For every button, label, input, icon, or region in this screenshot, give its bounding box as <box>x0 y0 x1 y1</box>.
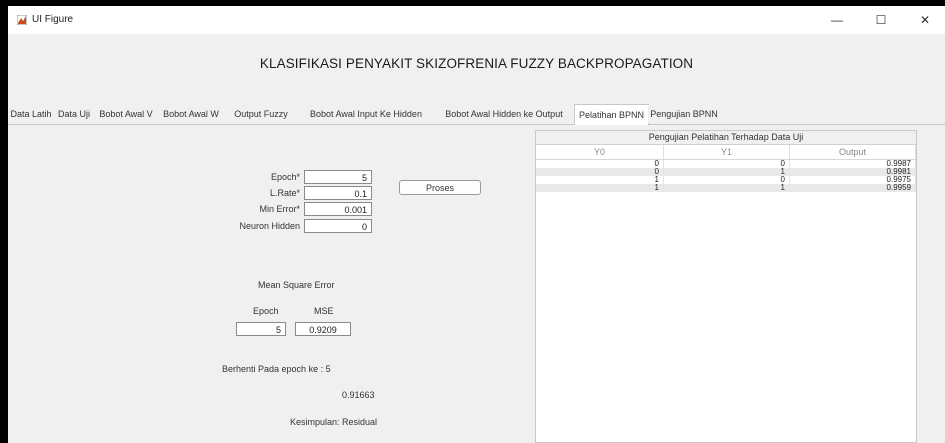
minimize-button[interactable]: — <box>822 10 852 30</box>
result-value: 0.91663 <box>342 390 375 400</box>
table-row[interactable]: 1 0 0.9975 <box>536 176 916 184</box>
neuron-hidden-label: Neuron Hidden <box>239 221 300 231</box>
table-cell[interactable]: 1 <box>664 184 790 192</box>
table-cell[interactable]: 1 <box>536 176 664 184</box>
column-header-y1[interactable]: Y1 <box>664 145 790 159</box>
mse-epoch-label: Epoch <box>253 306 279 316</box>
tab-output-fuzzy[interactable]: Output Fuzzy <box>224 105 299 123</box>
close-button[interactable]: ✕ <box>910 10 940 30</box>
matlab-app-icon <box>17 15 27 25</box>
epoch-label: Epoch* <box>270 172 300 182</box>
close-icon: ✕ <box>919 13 931 27</box>
tab-bar: Data Latih Data Uji Bobot Awal V Bobot A… <box>8 104 945 125</box>
maximize-button[interactable]: ☐ <box>866 10 896 30</box>
window-title: UI Figure <box>32 14 74 25</box>
tab-spacer <box>720 105 746 123</box>
min-error-field[interactable]: 0.001 <box>304 202 372 216</box>
table-row[interactable]: 0 0 0.9987 <box>536 160 916 168</box>
tab-bobot-awal-v[interactable]: Bobot Awal V <box>94 105 159 123</box>
minimize-icon: — <box>831 13 843 27</box>
title-bar: UI Figure — ☐ ✕ <box>8 6 945 34</box>
lrate-label: L.Rate* <box>269 188 300 198</box>
mse-title: Mean Square Error <box>258 280 335 290</box>
pelatihan-panel: Epoch* 5 L.Rate* 0.1 Min Error* 0.001 Ne… <box>8 125 945 443</box>
table-cell[interactable]: 0 <box>536 168 664 176</box>
tab-bobot-awal-hidden-ke-output[interactable]: Bobot Awal Hidden ke Output <box>434 105 575 123</box>
table-cell[interactable]: 1 <box>664 168 790 176</box>
tab-bobot-awal-input-ke-hidden[interactable]: Bobot Awal Input Ke Hidden <box>298 105 435 123</box>
mse-value-field[interactable]: 0.9209 <box>295 322 351 336</box>
table-cell[interactable]: 0 <box>536 160 664 168</box>
tab-data-uji[interactable]: Data Uji <box>54 105 95 123</box>
proses-button[interactable]: Proses <box>399 180 481 195</box>
neuron-hidden-field[interactable]: 0 <box>304 219 372 233</box>
lrate-field[interactable]: 0.1 <box>304 186 372 200</box>
column-header-y0[interactable]: Y0 <box>536 145 664 159</box>
table-title: Pengujian Pelatihan Terhadap Data Uji <box>536 131 916 145</box>
page-title: KLASIFIKASI PENYAKIT SKIZOFRENIA FUZZY B… <box>259 56 694 71</box>
table-cell[interactable]: 0.9959 <box>790 184 916 192</box>
table-cell[interactable]: 0 <box>664 176 790 184</box>
results-table: Pengujian Pelatihan Terhadap Data Uji Y0… <box>535 130 917 443</box>
tab-data-latih[interactable]: Data Latih <box>8 105 55 123</box>
column-header-output[interactable]: Output <box>790 145 916 159</box>
conclusion-text: Kesimpulan: Residual <box>290 417 378 427</box>
table-row[interactable]: 1 1 0.9959 <box>536 184 916 192</box>
min-error-label: Min Error* <box>259 204 300 214</box>
tab-pengujian-bpnn[interactable]: Pengujian BPNN <box>648 105 721 123</box>
maximize-icon: ☐ <box>875 13 887 27</box>
tab-bobot-awal-w[interactable]: Bobot Awal W <box>158 105 225 123</box>
table-cell[interactable]: 1 <box>536 184 664 192</box>
table-cell[interactable]: 0 <box>664 160 790 168</box>
mse-label: MSE <box>314 306 334 316</box>
epoch-field[interactable]: 5 <box>304 170 372 184</box>
table-row[interactable]: 0 1 0.9981 <box>536 168 916 176</box>
mse-epoch-field[interactable]: 5 <box>236 322 286 336</box>
tab-pelatihan-bpnn[interactable]: Pelatihan BPNN <box>574 104 649 125</box>
app-window: UI Figure — ☐ ✕ KLASIFIKASI PENYAKIT SKI… <box>8 6 945 443</box>
table-header: Y0 Y1 Output <box>536 145 916 160</box>
stop-epoch-text: Berhenti Pada epoch ke : 5 <box>222 364 331 374</box>
